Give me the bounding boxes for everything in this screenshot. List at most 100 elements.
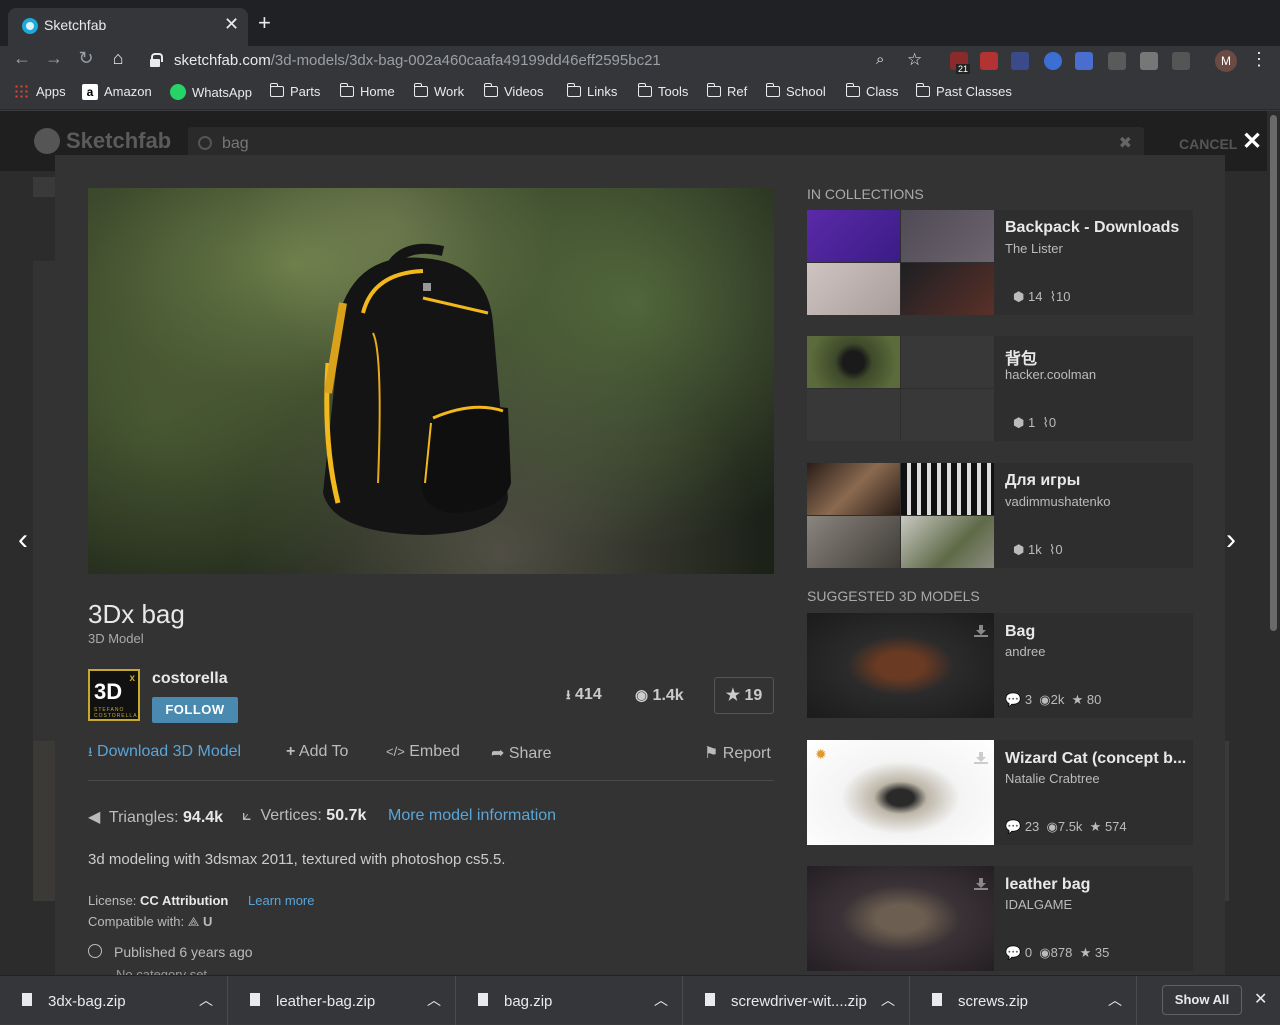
extension-icon[interactable] [980,52,998,70]
category-info: No category set [116,967,208,975]
suggested-model-owner[interactable]: Natalie Crabtree [1005,771,1100,786]
page-scrollbar[interactable] [1267,111,1280,975]
model-viewer[interactable] [88,188,774,574]
bookmark-folder[interactable]: Videos [483,83,544,99]
download-item[interactable]: bag.zip ︿ [456,976,683,1025]
report-button[interactable]: ⚑ Report [704,743,771,763]
collection-owner[interactable]: The Lister [1005,241,1063,256]
file-icon [22,993,32,1006]
chevron-up-icon[interactable]: ︿ [199,990,213,1010]
download-item[interactable]: screws.zip ︿ [910,976,1137,1025]
eye-icon: ◉ [635,687,649,704]
bookmark-whatsapp[interactable]: WhatsApp [170,84,252,100]
download-item[interactable]: leather-bag.zip ︿ [228,976,456,1025]
browser-menu-icon[interactable]: ⋮ [1250,49,1268,70]
follower-count: 0 [1055,542,1063,557]
close-shelf-icon[interactable]: ✕ [1254,989,1267,1009]
add-to-button[interactable]: + Add To [286,743,348,761]
chevron-up-icon[interactable]: ︿ [881,990,895,1010]
zoom-icon[interactable]: ⌕ [876,51,884,68]
profile-avatar[interactable]: M [1215,50,1237,72]
collection-card[interactable]: 背包 hacker.coolman ⬢ 1 ⌇0 [807,336,1193,441]
thumbnail [807,389,900,441]
reload-icon[interactable]: ↻ [74,48,98,69]
extension-icon[interactable] [1044,52,1062,70]
model-count: 1 [1027,415,1036,430]
bookmark-folder[interactable]: Class [845,83,899,99]
extension-icon[interactable] [1011,52,1029,70]
bookmarks-bar: Apps a Amazon WhatsApp Parts Home Work Vi… [0,76,1280,110]
chevron-up-icon[interactable]: ︿ [654,990,668,1010]
triangles-info: ◀ Triangles: 94.4k [88,807,223,827]
close-modal-icon[interactable]: ✕ [1242,127,1262,156]
follow-button[interactable]: FOLLOW [152,697,238,723]
back-icon[interactable]: ← [10,48,34,69]
collection-thumbnails [807,210,994,315]
collection-card[interactable]: Backpack - Downloads The Lister ⬢ 14 ⌇10 [807,210,1193,315]
bookmark-folder[interactable]: Home [339,83,395,99]
bookmark-folder[interactable]: Links [566,83,617,99]
bookmark-apps[interactable]: Apps [14,84,66,99]
published-date: Published 6 years ago [114,944,253,960]
suggested-model-owner[interactable]: andree [1005,644,1045,659]
address-bar[interactable]: sketchfab.com/3d-models/3dx-bag-002a460c… [142,46,934,76]
download-item[interactable]: screwdriver-wit....zip ︿ [683,976,910,1025]
download-item[interactable]: 3dx-bag.zip ︿ [0,976,228,1025]
more-model-info-link[interactable]: More model information [388,807,556,825]
collection-card[interactable]: Для игры vadimmushatenko ⬢ 1k ⌇0 [807,463,1193,568]
author-avatar[interactable]: 3D x STEFANO COSTORELLA [88,669,140,721]
learn-more-link[interactable]: Learn more [248,893,314,908]
extension-icon[interactable] [1108,52,1126,70]
browser-tab[interactable]: Sketchfab ✕ [8,8,248,46]
collection-stats: ⬢ 1k ⌇0 [1013,542,1063,558]
author-name[interactable]: costorella [152,670,228,688]
suggested-model-card[interactable]: leather bag IDALGAME 💬 0 ◉878 ★ 35 [807,866,1193,971]
extension-icon[interactable] [1075,52,1093,70]
bookmark-folder[interactable]: Parts [269,83,320,99]
bookmark-folder[interactable]: Tools [637,83,688,99]
collection-owner[interactable]: hacker.coolman [1005,367,1096,382]
sketchfab-logo[interactable]: Sketchfab [34,128,171,154]
thumbnail [901,516,994,568]
suggested-model-card[interactable]: ✹ Wizard Cat (concept b... Natalie Crabt… [807,740,1193,845]
suggested-model-card[interactable]: Bag andree 💬 3 ◉2k ★ 80 [807,613,1193,718]
show-all-downloads-button[interactable]: Show All [1162,985,1242,1015]
thumbnail [901,463,994,515]
share-button[interactable]: ➦ Share [491,743,552,763]
collection-owner[interactable]: vadimmushatenko [1005,494,1111,509]
download-label: Download 3D Model [97,743,242,760]
bookmark-folder[interactable]: Past Classes [915,83,1012,99]
camera-extension-icon[interactable] [1140,52,1158,70]
add-to-label: Add To [298,743,349,760]
bookmark-folder[interactable]: Work [413,83,464,99]
clear-search-icon[interactable]: ✖ [1119,133,1132,153]
previous-model-icon[interactable]: ‹ [18,523,28,557]
bookmark-folder[interactable]: School [765,83,826,99]
view-count: 2k [1050,692,1065,707]
scrollbar-thumb[interactable] [1270,115,1277,631]
chevron-up-icon[interactable]: ︿ [427,990,441,1010]
follower-count: 0 [1048,415,1057,430]
tab-close-icon[interactable]: ✕ [224,14,239,35]
next-model-icon[interactable]: › [1226,523,1236,557]
bookmark-star-icon[interactable]: ☆ [907,50,922,70]
whatsapp-icon [170,84,186,100]
forward-icon[interactable]: → [42,48,66,69]
like-button[interactable]: ★ 19 [714,677,774,714]
thumbnail [901,389,994,441]
new-tab-icon[interactable]: + [258,10,271,36]
cube-icon: ⬢ [1013,289,1025,304]
extension-icon[interactable] [1172,52,1190,70]
extension-icon[interactable]: 21 [950,52,971,74]
bookmark-amazon[interactable]: a Amazon [82,84,152,100]
suggested-model-owner[interactable]: IDALGAME [1005,897,1072,912]
triangles-value: 94.4k [183,809,224,826]
home-icon[interactable]: ⌂ [106,48,130,69]
chevron-up-icon[interactable]: ︿ [1108,990,1122,1010]
cancel-search-button[interactable]: CANCEL [1179,136,1237,152]
thumbnail [807,613,994,718]
model-popup: 3Dx bag 3D Model 3D x STEFANO COSTORELLA… [55,155,1225,975]
download-model-button[interactable]: ⭳ Download 3D Model [88,743,241,765]
bookmark-folder[interactable]: Ref [706,83,747,99]
embed-button[interactable]: </> Embed [386,743,460,761]
